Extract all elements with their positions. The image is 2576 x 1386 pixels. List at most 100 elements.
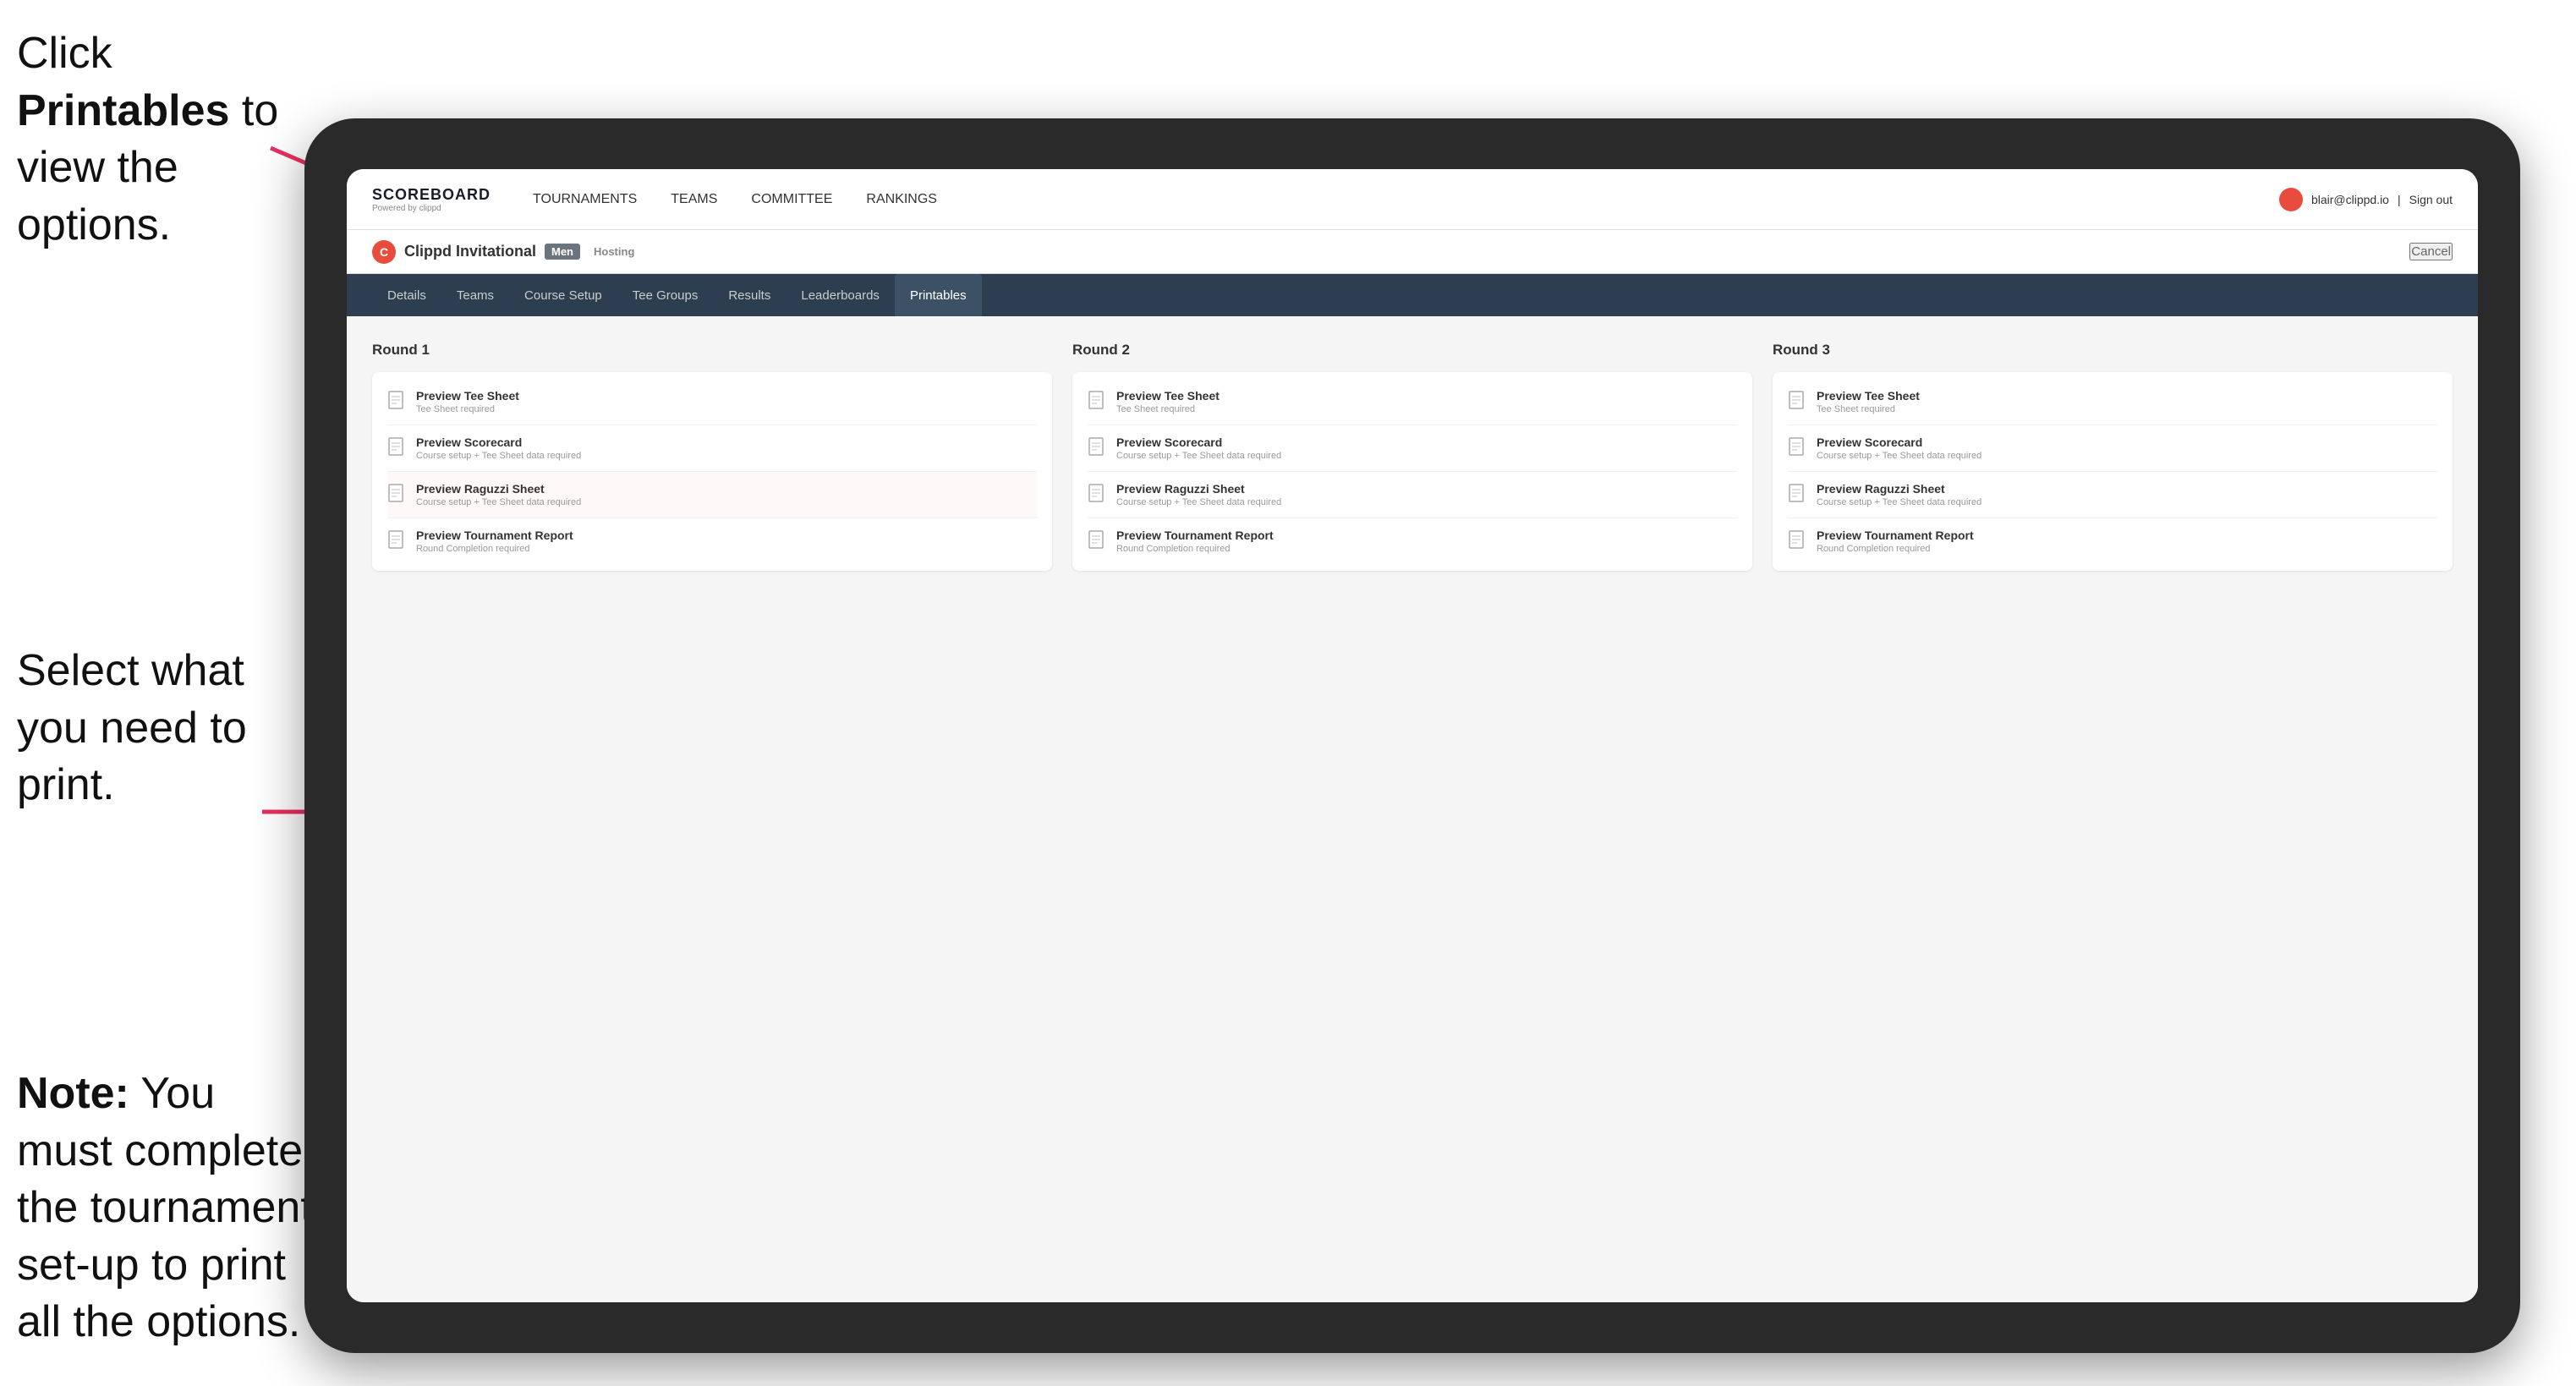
- raguzzi-icon: [387, 484, 406, 506]
- round1-scorecard-text: Preview Scorecard Course setup + Tee She…: [416, 436, 581, 461]
- tablet-screen: SCOREBOARD Powered by clippd TOURNAMENTS…: [347, 169, 2478, 1302]
- top-nav-links: TOURNAMENTS TEAMS COMMITTEE RANKINGS: [533, 189, 2279, 211]
- round2-tee-sheet[interactable]: Preview Tee Sheet Tee Sheet required: [1088, 389, 1737, 425]
- tab-leaderboards[interactable]: Leaderboards: [786, 274, 895, 316]
- round-3-card: Preview Tee Sheet Tee Sheet required: [1773, 372, 2453, 571]
- tab-teams[interactable]: Teams: [441, 274, 509, 316]
- user-email: blair@clippd.io: [2311, 193, 2389, 206]
- round2-tournament-report[interactable]: Preview Tournament Report Round Completi…: [1088, 518, 1737, 554]
- instruction-bottom: Note: You must complete the tournament s…: [17, 1066, 321, 1351]
- nav-committee[interactable]: COMMITTEE: [751, 189, 832, 211]
- round3-raguzzi[interactable]: Preview Raguzzi Sheet Course setup + Tee…: [1788, 472, 2437, 518]
- r3-scorecard-icon: [1788, 437, 1806, 459]
- nav-teams[interactable]: TEAMS: [671, 189, 717, 211]
- rounds-grid: Round 1: [372, 342, 2453, 571]
- round1-tee-sheet-title: Preview Tee Sheet: [416, 389, 519, 403]
- nav-tournaments[interactable]: TOURNAMENTS: [533, 189, 637, 211]
- round2-scorecard-sub: Course setup + Tee Sheet data required: [1116, 451, 1281, 461]
- round2-tournament-report-title: Preview Tournament Report: [1116, 529, 1274, 542]
- round-1-card: Preview Tee Sheet Tee Sheet required: [372, 372, 1052, 571]
- round2-raguzzi[interactable]: Preview Raguzzi Sheet Course setup + Tee…: [1088, 472, 1737, 518]
- r3-tee-sheet-icon: [1788, 391, 1806, 413]
- instruction-mid-text: Select what you need to print.: [17, 646, 247, 809]
- tee-sheet-icon: [387, 391, 406, 413]
- r3-tournament-report-icon: [1788, 530, 1806, 552]
- instruction-top-bold: Printables: [17, 86, 229, 135]
- instruction-top: Click Printables to view the options.: [17, 25, 288, 254]
- hosting-badge: Hosting: [594, 245, 634, 258]
- r2-scorecard-icon: [1088, 437, 1106, 459]
- round1-tournament-report-text: Preview Tournament Report Round Completi…: [416, 529, 573, 554]
- round1-tournament-report-title: Preview Tournament Report: [416, 529, 573, 542]
- round-2-label: Round 2: [1072, 342, 1752, 359]
- user-avatar: [2279, 188, 2303, 211]
- round1-tee-sheet[interactable]: Preview Tee Sheet Tee Sheet required: [387, 389, 1037, 425]
- round2-raguzzi-title: Preview Raguzzi Sheet: [1116, 482, 1281, 496]
- round1-raguzzi-sub: Course setup + Tee Sheet data required: [416, 497, 581, 507]
- round3-tournament-report-sub: Round Completion required: [1817, 544, 1974, 554]
- round-2-column: Round 2: [1072, 342, 1752, 571]
- instruction-bottom-prefix: Note:: [17, 1069, 129, 1118]
- tournament-report-icon: [387, 530, 406, 552]
- r2-raguzzi-icon: [1088, 484, 1106, 506]
- round-1-label: Round 1: [372, 342, 1052, 359]
- tab-printables[interactable]: Printables: [895, 274, 982, 316]
- tab-results[interactable]: Results: [713, 274, 786, 316]
- round1-scorecard-title: Preview Scorecard: [416, 436, 581, 449]
- brand-sub: Powered by clippd: [372, 204, 491, 213]
- top-nav-right: blair@clippd.io | Sign out: [2279, 188, 2453, 211]
- brand-title: SCOREBOARD: [372, 186, 491, 204]
- tab-details[interactable]: Details: [372, 274, 441, 316]
- cancel-button[interactable]: Cancel: [2409, 243, 2453, 260]
- round3-tee-sheet-title: Preview Tee Sheet: [1817, 389, 1920, 403]
- brand: SCOREBOARD Powered by clippd: [372, 186, 491, 213]
- round1-tee-sheet-sub: Tee Sheet required: [416, 404, 519, 414]
- separator: |: [2398, 193, 2401, 206]
- scorecard-icon: [387, 437, 406, 459]
- round3-scorecard[interactable]: Preview Scorecard Course setup + Tee She…: [1788, 425, 2437, 472]
- round2-tournament-report-text: Preview Tournament Report Round Completi…: [1116, 529, 1274, 554]
- main-content: Round 1: [347, 316, 2478, 1302]
- round3-tee-sheet[interactable]: Preview Tee Sheet Tee Sheet required: [1788, 389, 2437, 425]
- round3-scorecard-sub: Course setup + Tee Sheet data required: [1817, 451, 1981, 461]
- r2-tee-sheet-icon: [1088, 391, 1106, 413]
- tournament-header: C Clippd Invitational Men Hosting Cancel: [347, 230, 2478, 274]
- round1-scorecard-sub: Course setup + Tee Sheet data required: [416, 451, 581, 461]
- round3-tournament-report[interactable]: Preview Tournament Report Round Completi…: [1788, 518, 2437, 554]
- round2-raguzzi-sub: Course setup + Tee Sheet data required: [1116, 497, 1281, 507]
- sign-out-link[interactable]: Sign out: [2409, 193, 2453, 206]
- instruction-top-prefix: Click: [17, 29, 112, 78]
- round1-raguzzi[interactable]: Preview Raguzzi Sheet Course setup + Tee…: [387, 472, 1037, 518]
- round3-scorecard-text: Preview Scorecard Course setup + Tee She…: [1817, 436, 1981, 461]
- round-3-column: Round 3: [1773, 342, 2453, 571]
- round1-tournament-report[interactable]: Preview Tournament Report Round Completi…: [387, 518, 1037, 554]
- round1-raguzzi-title: Preview Raguzzi Sheet: [416, 482, 581, 496]
- r3-raguzzi-icon: [1788, 484, 1806, 506]
- round2-tee-sheet-title: Preview Tee Sheet: [1116, 389, 1219, 403]
- nav-rankings[interactable]: RANKINGS: [866, 189, 937, 211]
- round3-raguzzi-sub: Course setup + Tee Sheet data required: [1817, 497, 1981, 507]
- top-nav: SCOREBOARD Powered by clippd TOURNAMENTS…: [347, 169, 2478, 230]
- tablet-device: SCOREBOARD Powered by clippd TOURNAMENTS…: [304, 118, 2520, 1353]
- round2-tournament-report-sub: Round Completion required: [1116, 544, 1274, 554]
- round3-scorecard-title: Preview Scorecard: [1817, 436, 1981, 449]
- tournament-badge: Men: [545, 244, 580, 260]
- tournament-title: C Clippd Invitational Men Hosting: [372, 240, 634, 264]
- tab-course-setup[interactable]: Course Setup: [509, 274, 617, 316]
- round1-tournament-report-sub: Round Completion required: [416, 544, 573, 554]
- tab-tee-groups[interactable]: Tee Groups: [617, 274, 714, 316]
- tournament-logo: C: [372, 240, 396, 264]
- round3-tournament-report-title: Preview Tournament Report: [1817, 529, 1974, 542]
- sub-nav: Details Teams Course Setup Tee Groups Re…: [347, 274, 2478, 316]
- round1-scorecard[interactable]: Preview Scorecard Course setup + Tee She…: [387, 425, 1037, 472]
- round2-scorecard[interactable]: Preview Scorecard Course setup + Tee She…: [1088, 425, 1737, 472]
- round2-scorecard-title: Preview Scorecard: [1116, 436, 1281, 449]
- round2-tee-sheet-text: Preview Tee Sheet Tee Sheet required: [1116, 389, 1219, 414]
- round1-raguzzi-text: Preview Raguzzi Sheet Course setup + Tee…: [416, 482, 581, 507]
- round1-tee-sheet-text: Preview Tee Sheet Tee Sheet required: [416, 389, 519, 414]
- round3-tee-sheet-sub: Tee Sheet required: [1817, 404, 1920, 414]
- round-1-column: Round 1: [372, 342, 1052, 571]
- round3-raguzzi-title: Preview Raguzzi Sheet: [1817, 482, 1981, 496]
- round3-tee-sheet-text: Preview Tee Sheet Tee Sheet required: [1817, 389, 1920, 414]
- round2-tee-sheet-sub: Tee Sheet required: [1116, 404, 1219, 414]
